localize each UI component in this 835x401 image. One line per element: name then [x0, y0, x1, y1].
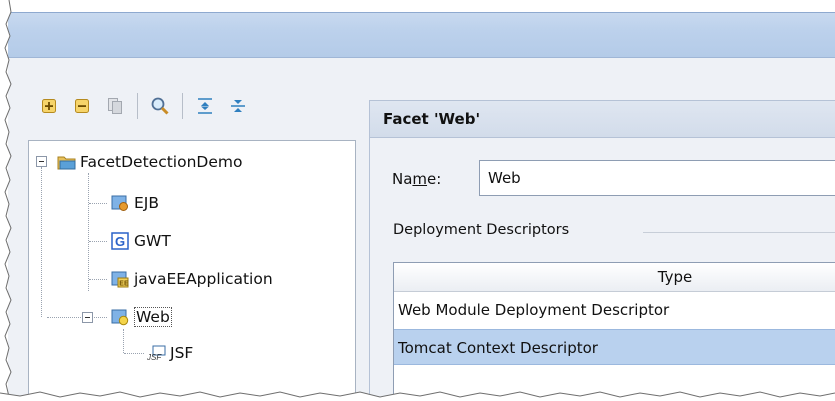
collapse-all-icon[interactable]	[69, 94, 95, 118]
tree-item-label: JSF	[170, 344, 194, 362]
torn-edge-left	[0, 0, 12, 401]
tree-item-javaee[interactable]: EE javaEEApplication	[111, 265, 273, 293]
expand-tree-icon[interactable]	[192, 94, 218, 118]
gwt-icon: G	[111, 232, 129, 250]
search-icon[interactable]	[147, 94, 173, 118]
collapse-tree-icon[interactable]	[225, 94, 251, 118]
tree-toolbar	[36, 92, 258, 120]
tree-item-label: EJB	[134, 194, 159, 212]
toolbar-separator	[182, 93, 183, 119]
project-folder-icon	[57, 153, 76, 171]
tree-connector	[41, 167, 42, 317]
facet-header: Facet 'Web'	[369, 100, 835, 138]
svg-text:EE: EE	[119, 281, 129, 288]
tree-item-label: Web	[134, 307, 172, 327]
tree-connector	[47, 317, 107, 318]
torn-edge-bottom	[0, 391, 835, 401]
tree-connector	[89, 279, 107, 280]
copy-icon[interactable]	[102, 94, 128, 118]
section-divider	[643, 232, 835, 233]
collapse-toggle-icon[interactable]	[36, 156, 47, 167]
tree-item-label: javaEEApplication	[134, 270, 273, 288]
descriptors-table: Type Web Module Deployment Descriptor To…	[393, 262, 835, 401]
project-tree[interactable]: FacetDetectionDemo EJB G GWT EE javaEEAp…	[28, 140, 356, 401]
jsf-icon: JSF	[146, 344, 166, 362]
tree-connector	[88, 173, 89, 291]
tree-item-web[interactable]: Web	[111, 303, 172, 331]
window-titlebar	[8, 12, 835, 58]
toolbar-separator	[137, 93, 138, 119]
deployment-descriptors-title: Deployment Descriptors	[393, 222, 570, 238]
expand-all-icon[interactable]	[36, 94, 62, 118]
tree-connector	[89, 203, 107, 204]
name-field[interactable]: Web	[479, 160, 835, 196]
collapse-toggle-icon[interactable]	[82, 312, 93, 323]
tree-connector	[124, 353, 144, 354]
table-row-selected[interactable]: Tomcat Context Descriptor	[394, 329, 835, 365]
svg-text:G: G	[115, 234, 125, 249]
tree-connector	[89, 241, 107, 242]
tree-item-ejb[interactable]: EJB	[111, 189, 159, 217]
column-header-type[interactable]: Type	[394, 263, 835, 292]
ejb-icon	[111, 194, 129, 212]
tree-connector	[123, 329, 124, 353]
web-module-icon	[111, 308, 129, 326]
tree-item-root[interactable]: FacetDetectionDemo	[57, 148, 242, 176]
table-row[interactable]: Web Module Deployment Descriptor	[394, 292, 835, 328]
tree-item-label: FacetDetectionDemo	[80, 153, 243, 171]
tree-item-gwt[interactable]: G GWT	[111, 227, 171, 255]
svg-text:JSF: JSF	[147, 353, 162, 362]
name-label: Name:	[392, 170, 442, 188]
javaee-application-icon: EE	[111, 270, 129, 288]
tree-item-label: GWT	[134, 232, 171, 250]
tree-item-jsf[interactable]: JSF JSF	[146, 339, 194, 367]
